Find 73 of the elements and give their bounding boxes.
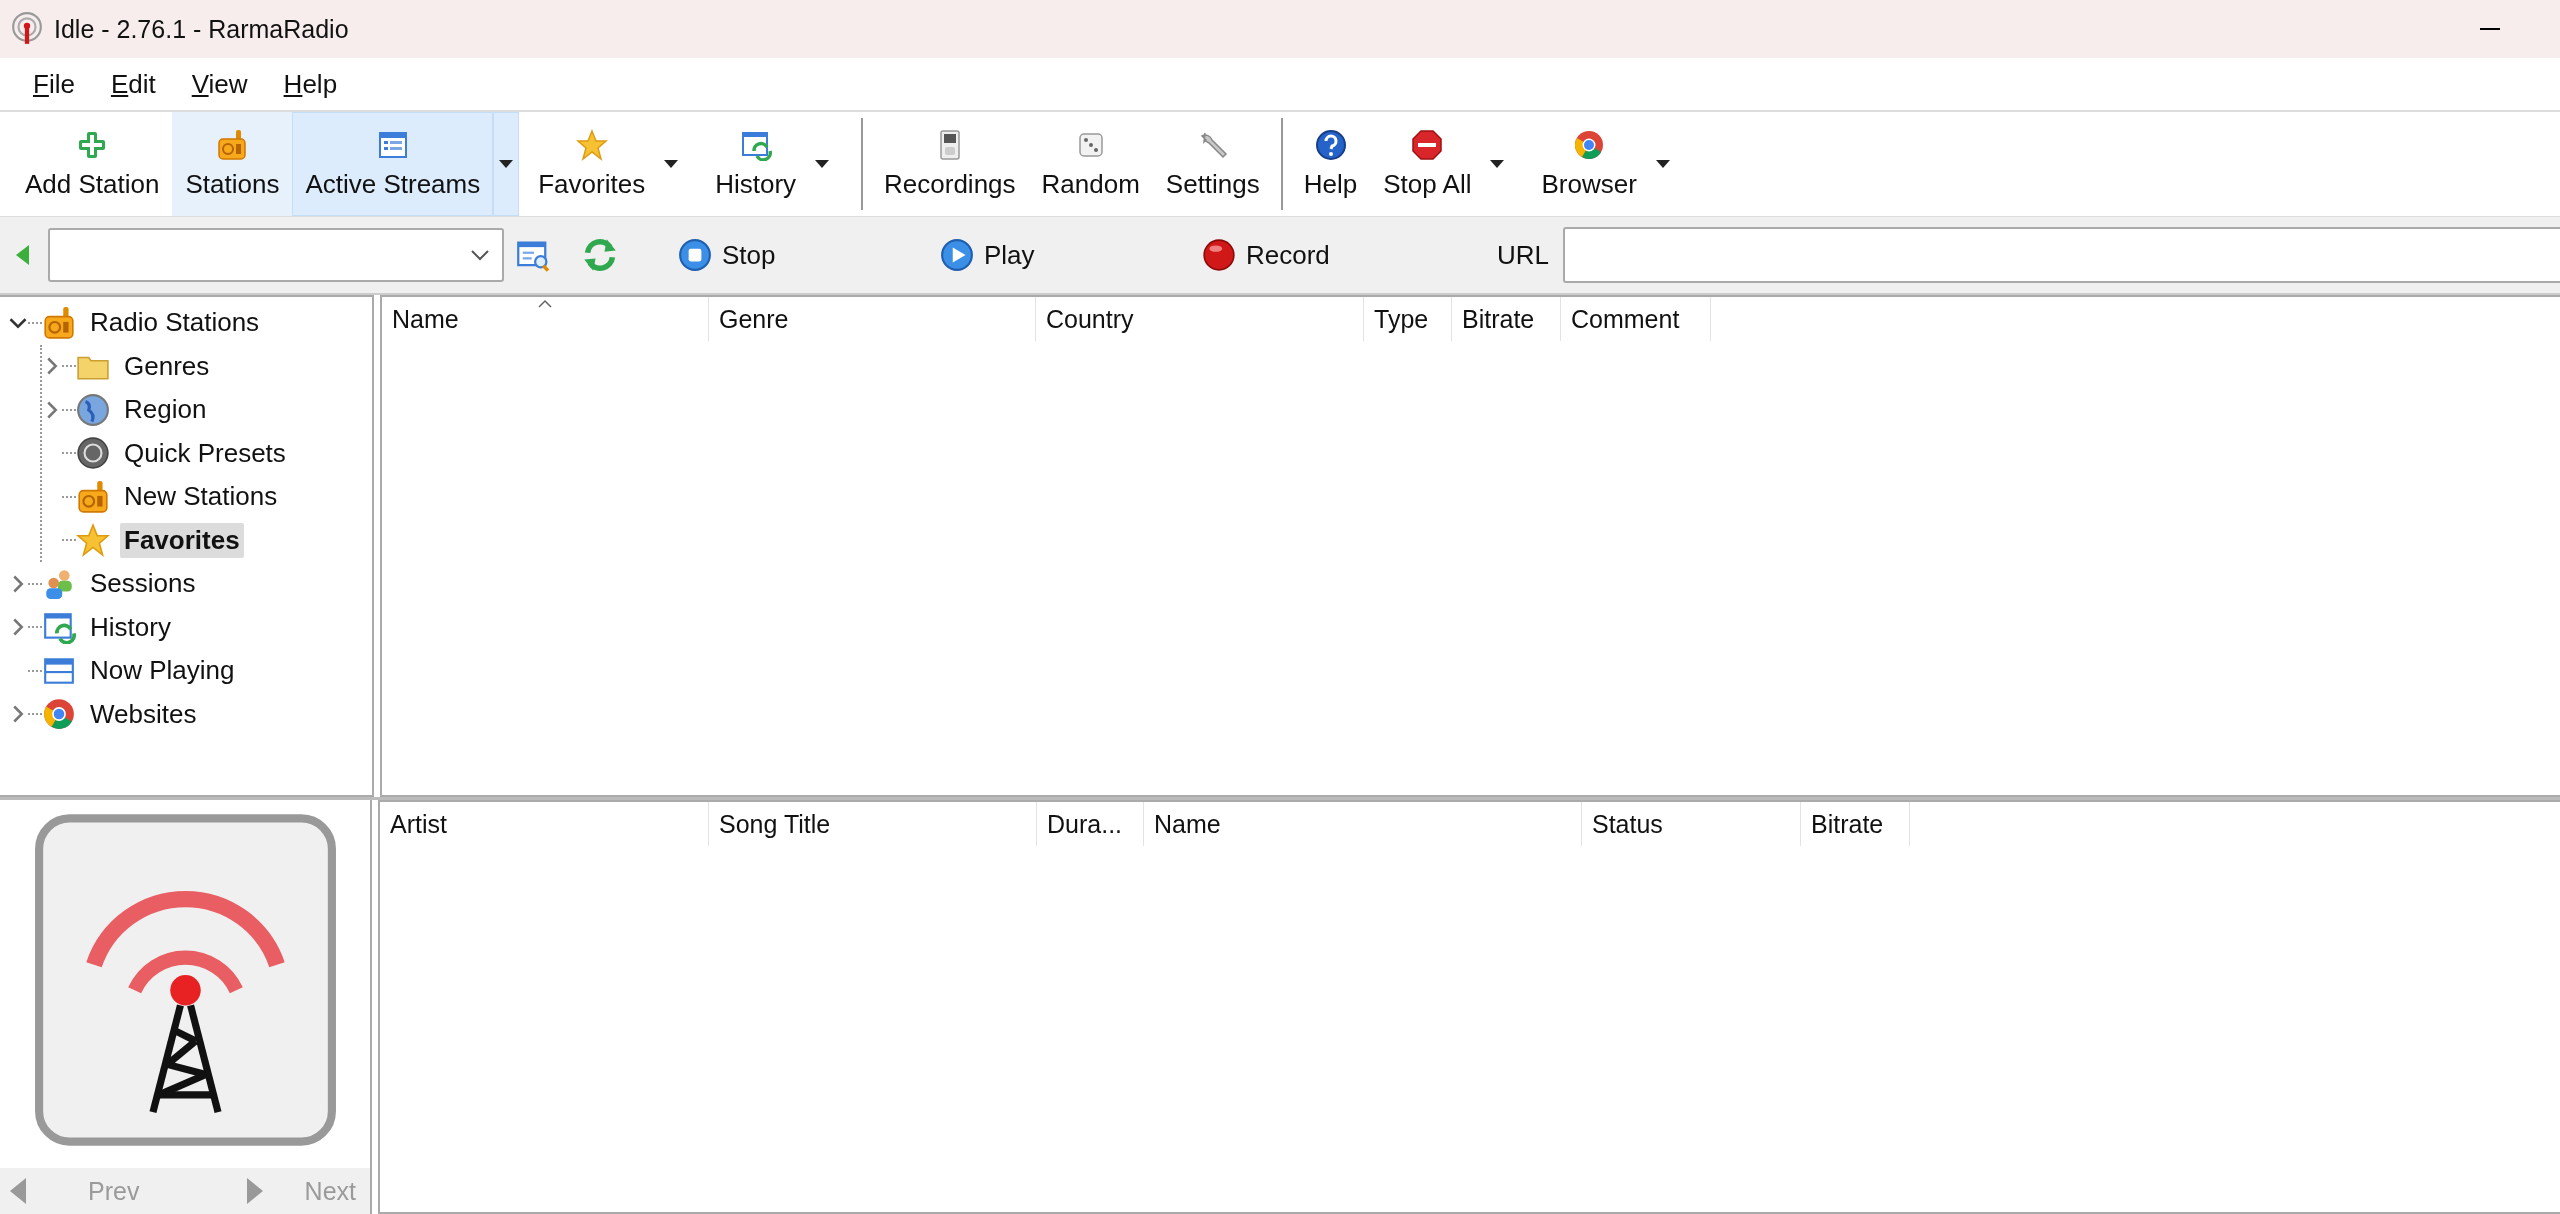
toolbar-button[interactable]: Browser (1528, 112, 1650, 216)
triangle-right-icon (244, 1176, 265, 1206)
tree-item[interactable]: Radio Stations (86, 305, 264, 341)
globe-icon (76, 392, 110, 427)
stop-icon (678, 238, 712, 272)
toolbar-button[interactable]: Help (1290, 112, 1371, 216)
station-combo-box[interactable] (48, 228, 504, 282)
column-header[interactable]: Song Title (709, 802, 1037, 846)
toolbar-button[interactable]: Stations (172, 112, 293, 216)
url-field[interactable] (1563, 227, 2560, 283)
menu-item[interactable]: File (33, 68, 75, 100)
triangle-left-icon (8, 1176, 28, 1206)
caret-down-icon (815, 160, 830, 168)
toolbar-button[interactable]: Active Streams (292, 112, 494, 216)
tree-item[interactable]: Sessions (86, 566, 200, 602)
column-header[interactable]: Type (1364, 297, 1452, 341)
column-header[interactable]: Status (1582, 802, 1801, 846)
star-icon (575, 128, 608, 161)
tree-item[interactable]: History (86, 609, 175, 645)
tree-item[interactable]: New Stations (120, 479, 282, 515)
url-label: URL (1497, 239, 1549, 271)
player-button[interactable]: Record (1202, 238, 1464, 272)
tree-item[interactable]: Favorites (120, 522, 244, 558)
column-header[interactable]: Comment (1561, 297, 1711, 341)
window-title: Idle - 2.76.1 - RarmaRadio (54, 14, 349, 44)
sort-caret-icon (537, 299, 553, 308)
player-button[interactable]: Play (940, 238, 1202, 272)
play-icon (940, 238, 974, 272)
column-header[interactable]: Name (1144, 802, 1582, 846)
menu-item[interactable]: View (191, 68, 248, 100)
toolbar-button[interactable]: Random (1028, 112, 1153, 216)
stop-sign-icon (1411, 128, 1444, 161)
caret-down-icon (499, 160, 514, 168)
caret-down-icon (1490, 160, 1505, 168)
column-header[interactable]: Name (382, 297, 709, 341)
tree-item[interactable]: Now Playing (86, 653, 239, 689)
tree-item[interactable]: Region (120, 392, 211, 428)
antenna-icon (10, 12, 44, 46)
column-header[interactable]: Bitrate (1801, 802, 1910, 846)
back-icon[interactable] (14, 243, 30, 267)
disc-icon (76, 436, 110, 471)
toolbar-button[interactable]: Add Station (12, 112, 173, 216)
radio-icon (42, 305, 76, 340)
toolbar-button[interactable]: History (702, 112, 810, 216)
tree-item[interactable]: Websites (86, 696, 201, 732)
dropdown-button[interactable] (493, 112, 520, 216)
window-refresh-icon (42, 610, 76, 645)
toolbar-button[interactable]: Favorites (525, 112, 659, 216)
record-icon (1202, 238, 1236, 272)
column-header[interactable]: Bitrate (1452, 297, 1561, 341)
minimize-icon (2480, 28, 2500, 30)
caret-down-icon (664, 160, 679, 168)
help-icon (1314, 128, 1347, 161)
chevron-down-icon (470, 249, 490, 261)
menu-item[interactable]: Edit (110, 68, 156, 100)
column-header[interactable]: Genre (709, 297, 1036, 341)
column-header[interactable]: Dura... (1037, 802, 1144, 846)
radio-icon (76, 479, 110, 514)
star-icon (76, 523, 110, 558)
caret-down-icon (1655, 160, 1670, 168)
browser-icon (1573, 128, 1606, 161)
tree-item[interactable]: Quick Presets (120, 435, 290, 471)
player-button[interactable]: Stop (678, 238, 940, 272)
toolbar-button[interactable]: Recordings (871, 112, 1029, 216)
column-header[interactable]: Country (1036, 297, 1364, 341)
refresh-icon[interactable] (582, 237, 618, 273)
menu-item[interactable]: Help (283, 68, 338, 100)
browser-icon (42, 697, 76, 732)
column-header[interactable]: Artist (380, 802, 709, 846)
radio-icon (216, 128, 249, 161)
toolbar-button[interactable]: Stop All (1370, 112, 1485, 216)
toolbar-button[interactable]: Settings (1152, 112, 1273, 216)
tree-item[interactable]: Genres (120, 348, 214, 384)
